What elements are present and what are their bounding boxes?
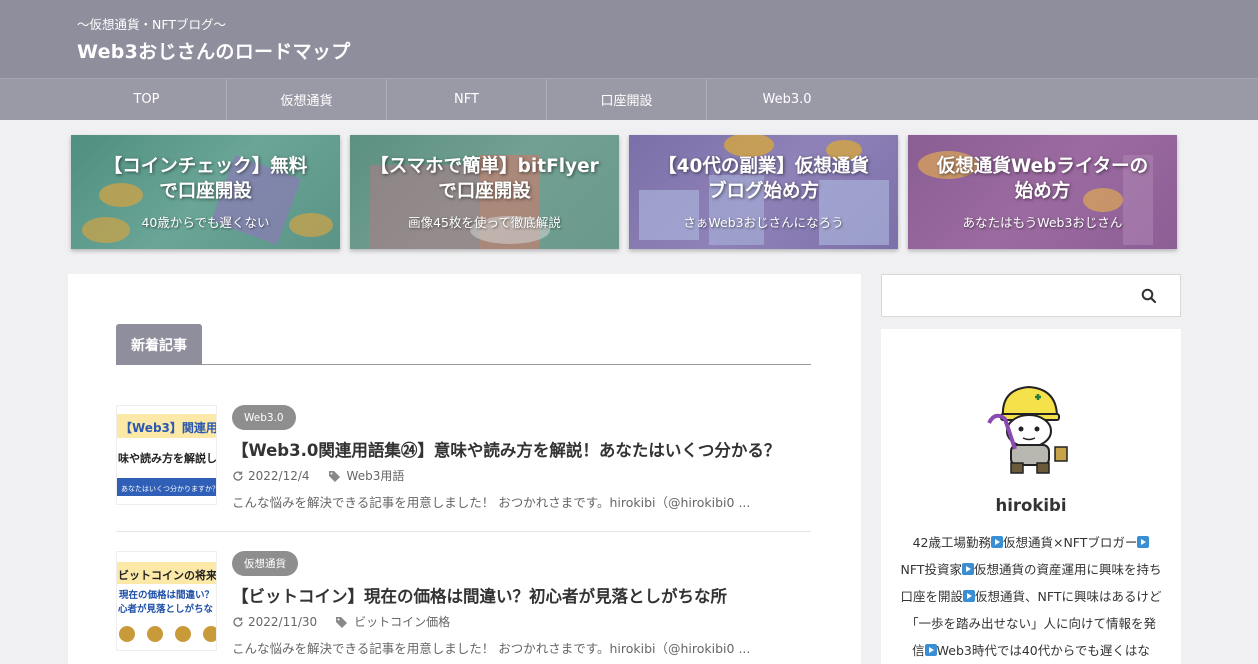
post-date: 2022/11/30 xyxy=(248,614,318,629)
search-form xyxy=(881,274,1181,317)
card-subtitle: 画像45枚を使って徹底解説 xyxy=(408,214,561,230)
search-icon[interactable] xyxy=(1140,287,1158,305)
update-icon xyxy=(233,470,243,481)
bio-text: 42歳工場勤務 xyxy=(912,535,991,550)
play-marker-icon xyxy=(961,563,974,575)
post-thumbnail[interactable]: 【Web3】関連用語集 味や読み方を解説しま あなたはいくつ分かりますか？ xyxy=(116,405,217,505)
post-category-badge[interactable]: Web3.0 xyxy=(232,405,296,430)
post-tag[interactable]: ビットコイン価格 xyxy=(335,613,450,630)
profile-widget: hirokibi 42歳工場勤務 仮想通貨×NFTブロガー NFT投資家 仮想通貨の資… xyxy=(881,329,1181,664)
post-excerpt: こんな悩みを解決できる記事を用意しました！ おつかれさまです。hirokibi（… xyxy=(232,495,751,510)
post-tag-label: ビットコイン価格 xyxy=(354,615,451,629)
card-overlay: 仮想通貨Webライターの 始め方 あなたはもうWeb3おじさん xyxy=(908,135,1177,249)
section-heading: 新着記事 xyxy=(116,324,811,365)
card-title-line2: で口座開設 xyxy=(438,180,531,202)
search-input[interactable] xyxy=(882,275,1132,316)
update-icon xyxy=(233,616,243,627)
featured-card-bitflyer[interactable]: 【スマホで簡単】bitFlyer で口座開設 画像45枚を使って徹底解説 xyxy=(350,135,619,249)
card-subtitle: さぁWeb3おじさんになろう xyxy=(683,214,844,230)
play-marker-icon xyxy=(924,644,937,656)
post-thumbnail[interactable]: ビットコインの将来性 現在の価格は間違い？ 心者が見落としがちな xyxy=(116,551,217,651)
card-title-line1: 【コインチェック】無料 xyxy=(103,155,308,177)
nav-item-account[interactable]: 口座開設 xyxy=(547,79,707,120)
post-date: 2022/12/4 xyxy=(248,468,310,483)
profile-bio: 42歳工場勤務 仮想通貨×NFTブロガー NFT投資家 仮想通貨の資産運用に興味を持ち… xyxy=(900,529,1162,664)
bio-text: NFT投資家 xyxy=(900,562,962,577)
post-excerpt: こんな悩みを解決できる記事を用意しました！ おつかれさまです。hirokibi（… xyxy=(232,641,751,656)
post-title[interactable]: 【Web3.0関連用語集㉔】意味や読み方を解説！あなたはいくつ分かる？ xyxy=(232,437,780,461)
post-meta: 2022/11/30 ビットコイン価格 xyxy=(232,613,450,630)
thumbnail-image: ビットコインの将来性 現在の価格は間違い？ 心者が見落としがちな xyxy=(117,552,217,650)
featured-card-blog[interactable]: 【40代の副業】仮想通貨 ブログ始め方 さぁWeb3おじさんになろう xyxy=(629,135,898,249)
thumb-text-line3: あなたはいくつ分かりますか？ xyxy=(121,484,217,493)
featured-card-coincheck[interactable]: 【コインチェック】無料 で口座開設 40歳からでも遅くない xyxy=(71,135,340,249)
post-title[interactable]: 【ビットコイン】現在の価格は間違い？初心者が見落としがちな所 xyxy=(232,583,727,607)
tag-icon xyxy=(328,470,340,482)
play-marker-icon xyxy=(990,536,1003,548)
card-title-line2: ブログ始め方 xyxy=(707,180,819,202)
post-item[interactable]: 【Web3】関連用語集 味や読み方を解説しま あなたはいくつ分かりますか？ We… xyxy=(116,405,811,510)
global-nav: TOP 仮想通貨 NFT 口座開設 Web3.0 xyxy=(0,78,1258,120)
card-subtitle: あなたはもうWeb3おじさん xyxy=(962,214,1123,230)
site-tagline: 〜仮想通貨・NFTブログ〜 xyxy=(77,17,226,32)
post-tag[interactable]: Web3用語 xyxy=(328,467,405,484)
nav-item-top[interactable]: TOP xyxy=(67,79,227,120)
thumb-text-line1: ビットコインの将来性 xyxy=(118,568,217,582)
card-overlay: 【スマホで簡単】bitFlyer で口座開設 画像45枚を使って徹底解説 xyxy=(350,135,619,249)
card-title-line1: 【40代の副業】仮想通貨 xyxy=(658,155,869,177)
featured-card-writer[interactable]: 仮想通貨Webライターの 始め方 あなたはもうWeb3おじさん xyxy=(908,135,1177,249)
card-title-line2: で口座開設 xyxy=(159,180,252,202)
nav-item-crypto[interactable]: 仮想通貨 xyxy=(227,79,387,120)
bio-text: Web3時代では40代からでも遅くはな xyxy=(936,643,1150,658)
thumbnail-image: 【Web3】関連用語集 味や読み方を解説しま あなたはいくつ分かりますか？ xyxy=(117,406,217,504)
card-title-line1: 【スマホで簡単】bitFlyer xyxy=(370,155,599,177)
post-meta: 2022/12/4 Web3用語 xyxy=(232,467,404,484)
post-divider xyxy=(116,531,811,532)
thumb-text-line1: 【Web3】関連用語集 xyxy=(120,420,217,435)
avatar xyxy=(987,385,1068,474)
card-overlay: 【コインチェック】無料 で口座開設 40歳からでも遅くない xyxy=(71,135,340,249)
site-title[interactable]: Web3おじさんのロードマップ xyxy=(77,37,351,64)
main-content: 新着記事 【Web3】関連用語集 味や読み方を解説しま あなたはいくつ分かります… xyxy=(68,274,861,664)
post-tag-label: Web3用語 xyxy=(346,469,405,483)
site-header: 〜仮想通貨・NFTブログ〜 Web3おじさんのロードマップ xyxy=(0,0,1258,78)
bio-text: 仮想通貨×NFTブロガー xyxy=(1002,535,1138,550)
tag-icon xyxy=(336,616,348,628)
section-label-new-posts: 新着記事 xyxy=(116,324,202,365)
card-subtitle: 40歳からでも遅くない xyxy=(141,214,270,230)
post-item[interactable]: ビットコインの将来性 現在の価格は間違い？ 心者が見落としがちな 仮想通貨 【ビ… xyxy=(116,551,811,656)
card-title-line2: 始め方 xyxy=(1014,180,1071,202)
nav-item-web3[interactable]: Web3.0 xyxy=(707,79,867,120)
play-marker-icon xyxy=(963,590,976,602)
post-category-badge[interactable]: 仮想通貨 xyxy=(232,551,298,576)
card-title-line1: 仮想通貨Webライターの xyxy=(936,155,1149,177)
thumb-text-line3: 心者が見落としがちな xyxy=(118,603,214,615)
nav-item-nft[interactable]: NFT xyxy=(387,79,547,120)
thumb-text-line2: 味や読み方を解説しま xyxy=(118,451,217,465)
card-overlay: 【40代の副業】仮想通貨 ブログ始め方 さぁWeb3おじさんになろう xyxy=(629,135,898,249)
thumb-text-line2: 現在の価格は間違い？ xyxy=(119,589,214,601)
profile-name: hirokibi xyxy=(995,496,1067,515)
featured-cards: 【コインチェック】無料 で口座開設 40歳からでも遅くない 【スマホで簡単】bi… xyxy=(71,135,1177,249)
play-marker-icon xyxy=(1137,536,1150,548)
